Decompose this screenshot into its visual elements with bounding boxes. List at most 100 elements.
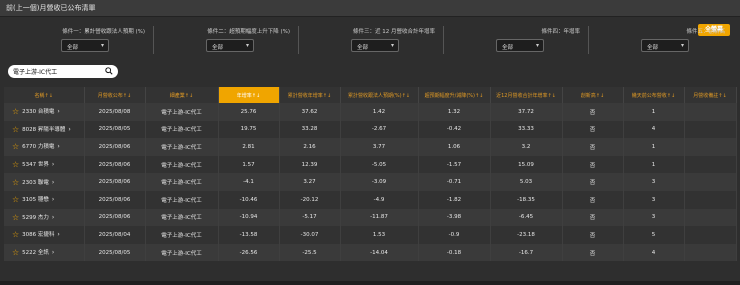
star-icon[interactable]: ☆ — [12, 248, 19, 257]
table-cell: 1 — [623, 103, 685, 121]
table-cell: 5.03 — [490, 173, 563, 191]
star-icon[interactable]: ☆ — [12, 125, 19, 134]
column-header[interactable]: 月營收備註↑↓ — [684, 87, 737, 103]
stock-name[interactable]: 2303 聯電 — [22, 180, 49, 186]
column-header[interactable]: 名稱↑↓ — [4, 87, 85, 103]
divider — [588, 26, 589, 54]
chevron-down-icon: ▾ — [245, 42, 249, 49]
search-icon[interactable] — [105, 67, 113, 75]
table-cell: 1 — [623, 155, 685, 174]
chevron-right-icon[interactable]: › — [57, 143, 59, 150]
stock-name[interactable]: 3105 穩懋 — [22, 197, 49, 203]
stock-name-cell: ☆ 5222 全訊 › — [4, 243, 85, 262]
filter-select[interactable]: 全部 ▾ — [496, 39, 544, 52]
horizontal-scrollbar[interactable] — [0, 281, 740, 285]
chevron-right-icon[interactable]: › — [68, 126, 70, 133]
table-cell: -5.17 — [279, 208, 341, 227]
chevron-down-icon: ▾ — [100, 42, 104, 49]
table-cell: 25.76 — [218, 103, 280, 121]
table-row[interactable]: ☆ 3105 穩懋 › 2025/08/06 電子上游-IC代工 -10.46 -20.12… — [4, 190, 737, 209]
column-header[interactable]: 月營收公布↑↓ — [84, 87, 146, 103]
table-cell: 電子上游-IC代工 — [145, 173, 219, 191]
table-cell: 15.09 — [490, 155, 563, 174]
stock-name[interactable]: 5347 世界 — [22, 162, 49, 168]
stock-name[interactable]: 8028 昇陽半導體 — [22, 127, 65, 133]
column-header[interactable]: 超預期幅度升/減降(%)↑↓ — [418, 87, 491, 103]
search-input[interactable]: 電子上游-IC代工 — [8, 65, 118, 78]
table-row[interactable]: ☆ 3086 宏捷科 › 2025/08/04 電子上游-IC代工 -13.58 -30.0… — [4, 226, 737, 244]
column-header[interactable]: 幾天前公布營收↑↓ — [623, 87, 685, 103]
star-icon[interactable]: ☆ — [12, 230, 19, 239]
star-icon[interactable]: ☆ — [12, 160, 19, 169]
table-cell: 否 — [562, 190, 624, 209]
table-cell: 2025/08/08 — [84, 103, 146, 121]
table-cell — [684, 208, 737, 227]
table-cell — [684, 120, 737, 139]
table-cell — [684, 173, 737, 191]
table-cell: -25.5 — [279, 243, 341, 262]
chevron-right-icon[interactable]: › — [57, 108, 59, 115]
filter-select[interactable]: 全部 ▾ — [641, 39, 689, 52]
column-header[interactable]: 年增率↑↓ — [218, 87, 280, 103]
filter-select[interactable]: 全部 ▾ — [206, 39, 254, 52]
chevron-right-icon[interactable]: › — [52, 179, 54, 186]
filter-select[interactable]: 全部 ▾ — [351, 39, 399, 52]
chevron-right-icon[interactable]: › — [52, 214, 54, 221]
table-cell: 1.06 — [418, 138, 491, 156]
table-cell: 否 — [562, 226, 624, 244]
search-value: 電子上游-IC代工 — [13, 69, 58, 76]
stock-name-cell: ☆ 6770 力積電 › — [4, 138, 85, 156]
table-cell: 3.27 — [279, 173, 341, 191]
table-cell: 否 — [562, 120, 624, 139]
chevron-right-icon[interactable]: › — [52, 196, 54, 203]
filter-value: 全部 — [502, 45, 514, 51]
filter-select[interactable]: 全部 ▾ — [61, 39, 109, 52]
stock-name[interactable]: 5222 全訊 — [22, 250, 49, 256]
table-cell — [684, 103, 737, 121]
star-icon[interactable]: ☆ — [12, 195, 19, 204]
filter-5: 條件五：創新高 全部 ▾ — [588, 24, 733, 56]
table-cell: 3.77 — [340, 138, 419, 156]
table-row[interactable]: ☆ 5222 全訊 › 2025/08/05 電子上游-IC代工 -26.56 -25.5-… — [4, 243, 737, 262]
table-row[interactable]: ☆ 2330 台積電 › 2025/08/08 電子上游-IC代工 25.76 37.62 1… — [4, 103, 737, 121]
table-cell: 37.72 — [490, 103, 563, 121]
chevron-right-icon[interactable]: › — [57, 231, 59, 238]
table-row[interactable]: ☆ 6770 力積電 › 2025/08/06 電子上游-IC代工 2.81 2.16 3.7… — [4, 138, 737, 156]
stock-name[interactable]: 6770 力積電 — [22, 144, 54, 150]
column-header[interactable]: 創新高↑↓ — [562, 87, 624, 103]
stock-name[interactable]: 5299 杰力 — [22, 215, 49, 221]
stock-name-cell: ☆ 5347 世界 › — [4, 155, 85, 174]
table-cell: -13.58 — [218, 226, 280, 244]
table-cell: 5 — [623, 226, 685, 244]
column-header[interactable]: 累計營收年增率↑↓ — [279, 87, 341, 103]
table-cell: -10.94 — [218, 208, 280, 227]
star-icon[interactable]: ☆ — [12, 107, 19, 116]
stock-name[interactable]: 3086 宏捷科 — [22, 232, 54, 238]
chevron-right-icon[interactable]: › — [52, 161, 54, 168]
table-cell: 否 — [562, 103, 624, 121]
table-cell: -11.87 — [340, 208, 419, 227]
table-row[interactable]: ☆ 5347 世界 › 2025/08/06 電子上游-IC代工 1.57 12.39 -5.… — [4, 155, 737, 174]
star-icon[interactable]: ☆ — [12, 213, 19, 222]
table-cell: 否 — [562, 138, 624, 156]
table-cell: 4 — [623, 120, 685, 139]
stock-name-cell: ☆ 5299 杰力 › — [4, 208, 85, 227]
table-row[interactable]: ☆ 2303 聯電 › 2025/08/06 電子上游-IC代工 -4.1 3.27 -3.0… — [4, 173, 737, 191]
table-cell: -10.46 — [218, 190, 280, 209]
table-cell — [684, 138, 737, 156]
column-header[interactable]: 累計營收跟法人預期(%)↑↓ — [340, 87, 419, 103]
table-cell: 1.32 — [418, 103, 491, 121]
chevron-right-icon[interactable]: › — [52, 249, 54, 256]
table-cell: 2.16 — [279, 138, 341, 156]
stock-name[interactable]: 2330 台積電 — [22, 109, 54, 115]
filter-label: 條件一：累計營收跟法人預期 (%) — [62, 29, 145, 35]
column-header[interactable]: 近12月營收合計年增率↑↓ — [490, 87, 563, 103]
table-cell: 電子上游-IC代工 — [145, 155, 219, 174]
table-row[interactable]: ☆ 8028 昇陽半導體 › 2025/08/05 電子上游-IC代工 19.75 33.2… — [4, 120, 737, 139]
table-row[interactable]: ☆ 5299 杰力 › 2025/08/06 電子上游-IC代工 -10.94 -5.17-… — [4, 208, 737, 227]
table-cell: 否 — [562, 208, 624, 227]
star-icon[interactable]: ☆ — [12, 142, 19, 151]
star-icon[interactable]: ☆ — [12, 178, 19, 187]
column-header[interactable]: 細產業↑↓ — [145, 87, 219, 103]
table-cell: 電子上游-IC代工 — [145, 208, 219, 227]
